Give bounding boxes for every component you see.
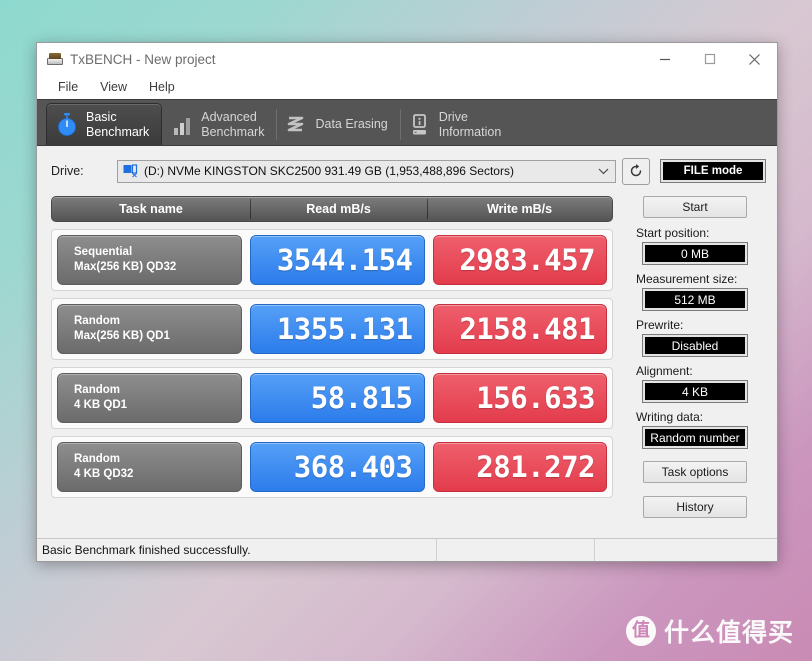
status-pane-3 [595, 539, 777, 561]
results-table: Task name Read mB/s Write mB/s Sequentia… [51, 196, 613, 518]
minimize-button[interactable] [642, 43, 687, 75]
tab-data-erasing[interactable]: Data Erasing [276, 103, 399, 146]
stopwatch-icon [56, 112, 78, 138]
read-value: 58.815 [250, 373, 425, 423]
menu-view[interactable]: View [91, 78, 136, 96]
tab-label-basic-benchmark: Basic Benchmark [86, 110, 149, 140]
drive-info-icon [409, 112, 431, 138]
start-position-label: Start position: [636, 226, 763, 240]
bar-chart-icon [171, 112, 193, 138]
txbench-window: TxBENCH - New project File View Help [36, 42, 778, 562]
task-line-2: 4 KB QD32 [74, 467, 241, 482]
tab-drive-information[interactable]: Drive Information [400, 103, 514, 146]
write-value: 2983.457 [433, 235, 608, 285]
task-line-1: Random [74, 452, 241, 467]
txbench-app-icon [47, 51, 63, 67]
task-name-cell: Random 4 KB QD1 [57, 373, 242, 423]
write-value: 156.633 [433, 373, 608, 423]
task-line-2: Max(256 KB) QD32 [74, 260, 241, 275]
table-row: Random Max(256 KB) QD1 1355.131 2158.481 [51, 298, 613, 360]
menu-file[interactable]: File [49, 78, 87, 96]
writing-data-label: Writing data: [636, 410, 763, 424]
read-value: 1355.131 [250, 304, 425, 354]
maximize-button[interactable] [687, 43, 732, 75]
tab-label-data-erasing: Data Erasing [315, 117, 387, 132]
write-value: 2158.481 [433, 304, 608, 354]
tab-basic-benchmark[interactable]: Basic Benchmark [46, 103, 162, 146]
column-header-read: Read mB/s [250, 202, 427, 216]
column-header-task-name: Task name [52, 202, 250, 216]
table-row: Sequential Max(256 KB) QD32 3544.154 298… [51, 229, 613, 291]
main-split: Task name Read mB/s Write mB/s Sequentia… [37, 185, 777, 518]
chevron-down-icon[interactable] [595, 162, 611, 180]
status-bar: Basic Benchmark finished successfully. [37, 538, 777, 561]
results-header-row: Task name Read mB/s Write mB/s [51, 196, 613, 222]
watermark-text: 什么值得买 [664, 613, 794, 649]
task-line-1: Random [74, 383, 241, 398]
alignment-label: Alignment: [636, 364, 763, 378]
writing-data-value[interactable]: Random number [643, 427, 747, 448]
drive-selection-row: Drive: (D:) NVMe KINGSTON SKC2500 931.49… [37, 157, 765, 185]
task-line-2: 4 KB QD1 [74, 398, 241, 413]
task-line-2: Max(256 KB) QD1 [74, 329, 241, 344]
menu-help[interactable]: Help [140, 78, 184, 96]
control-panel: Start Start position: 0 MB Measurement s… [627, 196, 763, 518]
watermark-logo-icon: 值 [626, 616, 656, 646]
drive-select[interactable]: (D:) NVMe KINGSTON SKC2500 931.49 GB (1,… [117, 160, 616, 183]
table-row: Random 4 KB QD1 58.815 156.633 [51, 367, 613, 429]
refresh-icon [628, 163, 644, 179]
window-title: TxBENCH - New project [70, 52, 642, 67]
task-line-1: Random [74, 314, 241, 329]
history-button[interactable]: History [643, 496, 747, 518]
menu-bar: File View Help [37, 75, 777, 99]
title-bar: TxBENCH - New project [37, 43, 777, 75]
task-name-cell: Sequential Max(256 KB) QD32 [57, 235, 242, 285]
prewrite-label: Prewrite: [636, 318, 763, 332]
tab-label-advanced-benchmark: Advanced Benchmark [201, 110, 264, 140]
start-position-value[interactable]: 0 MB [643, 243, 747, 264]
read-value: 368.403 [250, 442, 425, 492]
tab-label-drive-information: Drive Information [439, 110, 502, 140]
status-message: Basic Benchmark finished successfully. [37, 539, 437, 561]
measurement-size-value[interactable]: 512 MB [643, 289, 747, 310]
prewrite-value[interactable]: Disabled [643, 335, 747, 356]
drive-selected-text: (D:) NVMe KINGSTON SKC2500 931.49 GB (1,… [144, 164, 595, 178]
drive-label: Drive: [51, 164, 117, 178]
read-value: 3544.154 [250, 235, 425, 285]
tab-strip: Basic Benchmark Advanced Benchmark Data … [37, 99, 777, 145]
tab-advanced-benchmark[interactable]: Advanced Benchmark [162, 103, 276, 146]
column-header-write: Write mB/s [427, 202, 612, 216]
file-mode-button[interactable]: FILE mode [661, 160, 765, 182]
window-body: Drive: (D:) NVMe KINGSTON SKC2500 931.49… [37, 145, 777, 561]
task-options-button[interactable]: Task options [643, 461, 747, 483]
start-button[interactable]: Start [643, 196, 747, 218]
table-row: Random 4 KB QD32 368.403 281.272 [51, 436, 613, 498]
close-button[interactable] [732, 43, 777, 75]
task-line-1: Sequential [74, 245, 241, 260]
eraser-zigzag-icon [285, 112, 307, 138]
refresh-button[interactable] [622, 158, 650, 185]
measurement-size-label: Measurement size: [636, 272, 763, 286]
task-name-cell: Random 4 KB QD32 [57, 442, 242, 492]
watermark: 值 什么值得买 [626, 613, 794, 649]
task-name-cell: Random Max(256 KB) QD1 [57, 304, 242, 354]
alignment-value[interactable]: 4 KB [643, 381, 747, 402]
write-value: 281.272 [433, 442, 608, 492]
status-pane-2 [437, 539, 595, 561]
hard-drive-icon [123, 164, 139, 178]
